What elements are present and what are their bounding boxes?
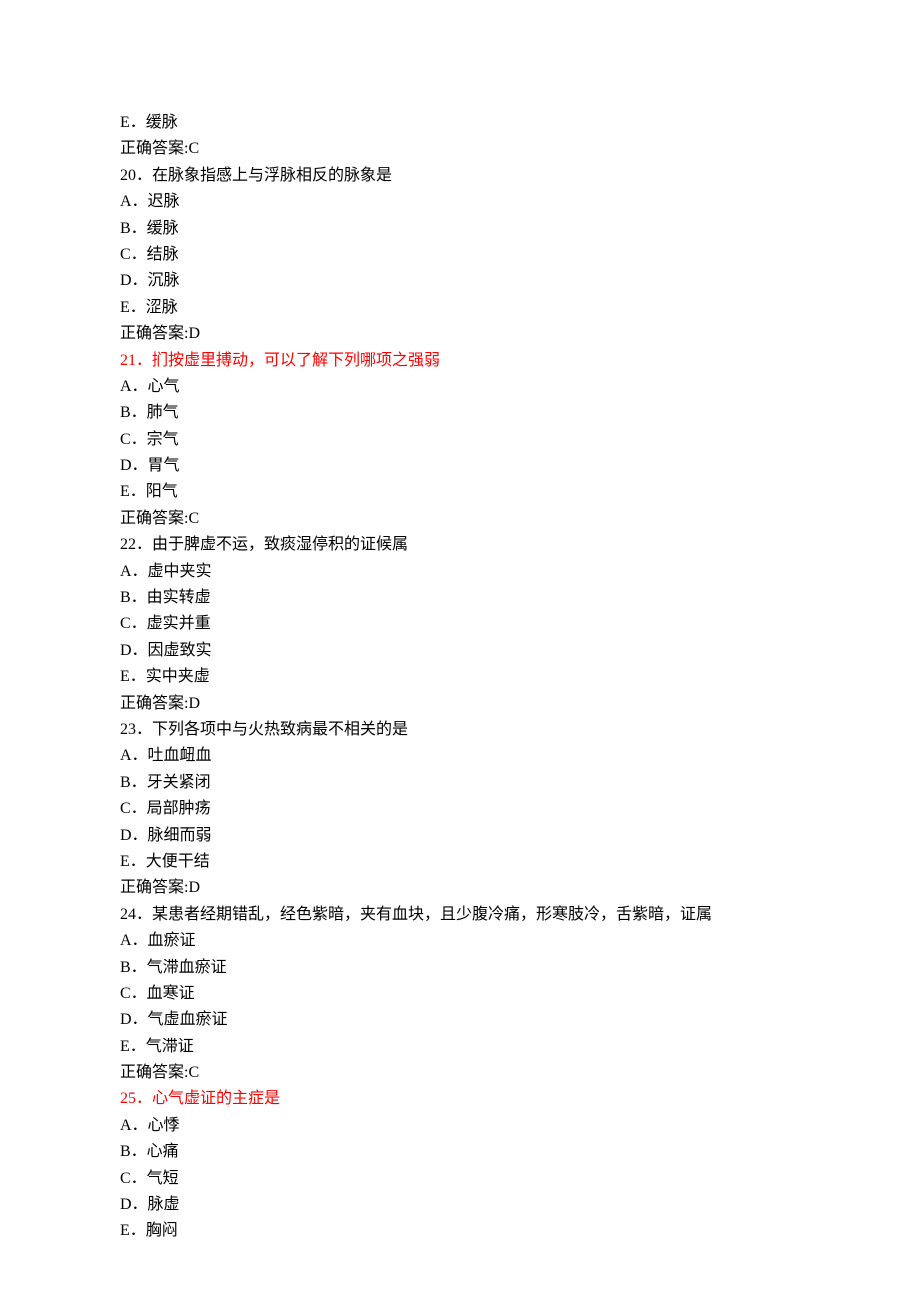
- text-line: C．血寒证: [120, 981, 800, 1007]
- text-line: C．局部肿疡: [120, 796, 800, 822]
- text-line: 24．某患者经期错乱，经色紫暗，夹有血块，且少腹冷痛，形寒肢冷，舌紫暗，证属: [120, 902, 800, 928]
- text-line: B．心痛: [120, 1139, 800, 1165]
- text-line: 正确答案:C: [120, 506, 800, 532]
- text-line: B．缓脉: [120, 216, 800, 242]
- text-line: 正确答案:C: [120, 1060, 800, 1086]
- text-line: E．大便干结: [120, 849, 800, 875]
- text-line: B．牙关紧闭: [120, 770, 800, 796]
- text-line: 22．由于脾虚不运，致痰湿停积的证候属: [120, 532, 800, 558]
- text-line: C．结脉: [120, 242, 800, 268]
- text-line: E．气滞证: [120, 1034, 800, 1060]
- text-line: E．阳气: [120, 479, 800, 505]
- text-line: 21．扪按虚里搏动，可以了解下列哪项之强弱: [120, 348, 800, 374]
- text-line: 正确答案:D: [120, 691, 800, 717]
- text-line: A．血瘀证: [120, 928, 800, 954]
- text-line: E．缓脉: [120, 110, 800, 136]
- text-line: 正确答案:C: [120, 136, 800, 162]
- text-line: A．心悸: [120, 1113, 800, 1139]
- text-line: D．沉脉: [120, 268, 800, 294]
- text-line: A．吐血衄血: [120, 743, 800, 769]
- text-line: 20．在脉象指感上与浮脉相反的脉象是: [120, 163, 800, 189]
- text-line: B．由实转虚: [120, 585, 800, 611]
- text-line: B．气滞血瘀证: [120, 955, 800, 981]
- text-line: D．气虚血瘀证: [120, 1007, 800, 1033]
- text-line: D．脉虚: [120, 1192, 800, 1218]
- text-line: A．虚中夹实: [120, 559, 800, 585]
- text-line: D．脉细而弱: [120, 823, 800, 849]
- text-line: E．实中夹虚: [120, 664, 800, 690]
- text-line: E．涩脉: [120, 295, 800, 321]
- text-line: D．胃气: [120, 453, 800, 479]
- text-line: C．虚实并重: [120, 611, 800, 637]
- text-line: C．气短: [120, 1166, 800, 1192]
- text-line: 正确答案:D: [120, 321, 800, 347]
- text-line: A．迟脉: [120, 189, 800, 215]
- text-line: C．宗气: [120, 427, 800, 453]
- text-line: 23．下列各项中与火热致病最不相关的是: [120, 717, 800, 743]
- text-line: 25．心气虚证的主症是: [120, 1086, 800, 1112]
- text-line: 正确答案:D: [120, 875, 800, 901]
- text-line: E．胸闷: [120, 1218, 800, 1244]
- document-page: E．缓脉正确答案:C20．在脉象指感上与浮脉相反的脉象是A．迟脉B．缓脉C．结脉…: [0, 0, 920, 1305]
- text-line: A．心气: [120, 374, 800, 400]
- text-line: D．因虚致实: [120, 638, 800, 664]
- text-line: B．肺气: [120, 400, 800, 426]
